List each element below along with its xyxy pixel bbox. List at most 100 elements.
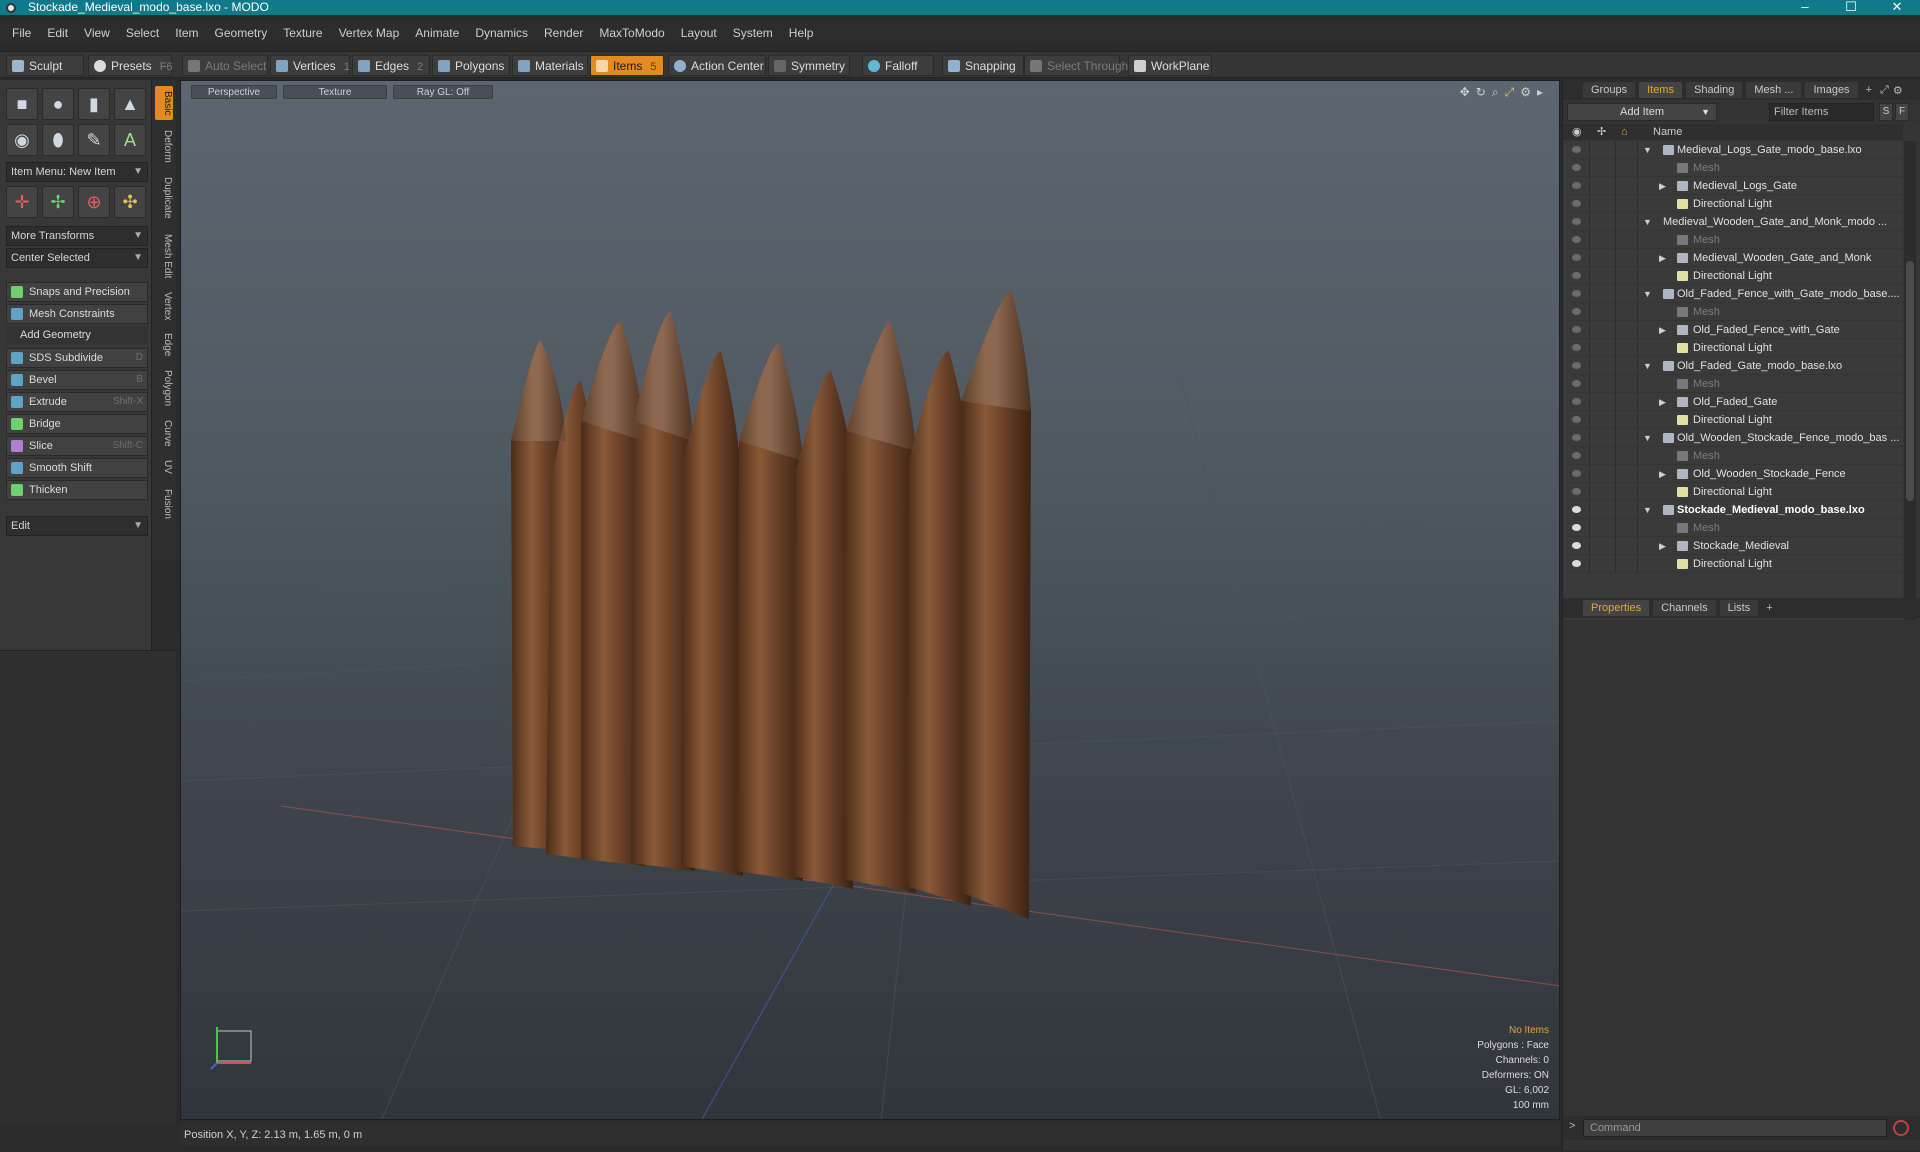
tree-row[interactable]: ▶ Old_Faded_Fence_with_Gate bbox=[1563, 321, 1903, 339]
tab-fusion[interactable]: Fusion bbox=[155, 484, 173, 524]
snapping-button[interactable]: Snapping bbox=[942, 55, 1024, 76]
tab-channels[interactable]: Channels bbox=[1653, 600, 1716, 616]
vertices-button[interactable]: Vertices 1 bbox=[270, 55, 350, 76]
eye-icon[interactable] bbox=[1572, 452, 1581, 459]
eye-icon[interactable] bbox=[1572, 560, 1581, 567]
arrow-right-icon[interactable]: ▸ bbox=[1537, 85, 1543, 100]
tab-vertex[interactable]: Vertex bbox=[155, 288, 173, 324]
add-item-button[interactable]: Add Item ▼ bbox=[1567, 103, 1717, 121]
orbit-icon[interactable]: ↻ bbox=[1476, 85, 1486, 100]
polygons-button[interactable]: Polygons bbox=[432, 55, 510, 76]
eye-icon[interactable] bbox=[1572, 434, 1581, 441]
raygl-button[interactable]: Ray GL: Off bbox=[393, 85, 493, 99]
eye-icon[interactable] bbox=[1572, 488, 1581, 495]
tree-row[interactable]: ▶ Stockade_Medieval bbox=[1563, 537, 1903, 555]
eye-icon[interactable] bbox=[1572, 164, 1581, 171]
collapse-arrow-icon[interactable]: ▼ bbox=[1643, 285, 1652, 303]
menu-help[interactable]: Help bbox=[789, 26, 814, 40]
tree-row[interactable]: Mesh bbox=[1563, 519, 1903, 537]
item-menu-dropdown[interactable]: Item Menu: New Item ▼ bbox=[6, 162, 148, 182]
materials-button[interactable]: Materials bbox=[512, 55, 588, 76]
eye-icon[interactable] bbox=[1572, 380, 1581, 387]
collapse-arrow-icon[interactable]: ▼ bbox=[1643, 213, 1652, 231]
menu-layout[interactable]: Layout bbox=[681, 26, 717, 40]
eye-icon[interactable] bbox=[1572, 362, 1581, 369]
menu-system[interactable]: System bbox=[733, 26, 773, 40]
eye-icon[interactable] bbox=[1572, 182, 1581, 189]
name-column-header[interactable]: Name bbox=[1653, 124, 1682, 140]
tree-row[interactable]: ▶ Medieval_Logs_Gate bbox=[1563, 177, 1903, 195]
workplane-button[interactable]: WorkPlane bbox=[1128, 55, 1212, 76]
items-scrollbar[interactable] bbox=[1904, 141, 1916, 631]
sculpt-button[interactable]: Sculpt bbox=[6, 55, 84, 76]
menu-vertex-map[interactable]: Vertex Map bbox=[339, 26, 400, 40]
f-button[interactable]: F bbox=[1895, 103, 1909, 121]
auto-select-button[interactable]: Auto Select bbox=[182, 55, 268, 76]
tab-mesh[interactable]: Mesh ... bbox=[1746, 82, 1802, 98]
eye-icon[interactable] bbox=[1572, 254, 1581, 261]
menu-dynamics[interactable]: Dynamics bbox=[475, 26, 528, 40]
tree-row[interactable]: ▼ Old_Wooden_Stockade_Fence_modo_bas ... bbox=[1563, 429, 1903, 447]
tab-polygon[interactable]: Polygon bbox=[155, 366, 173, 410]
tree-row[interactable]: ▼ Old_Faded_Gate_modo_base.lxo bbox=[1563, 357, 1903, 375]
center-selected-dropdown[interactable]: Center Selected ▼ bbox=[6, 248, 148, 268]
expand-arrow-icon[interactable]: ▶ bbox=[1659, 177, 1666, 195]
s-button[interactable]: S bbox=[1879, 103, 1893, 121]
eye-icon[interactable] bbox=[1572, 200, 1581, 207]
cone-icon[interactable]: ▲ bbox=[114, 88, 146, 120]
pen-icon[interactable]: ✎ bbox=[78, 124, 110, 156]
close-button[interactable]: ✕ bbox=[1874, 0, 1920, 15]
tab-curve[interactable]: Curve bbox=[155, 416, 173, 450]
tree-row[interactable]: Directional Light bbox=[1563, 483, 1903, 501]
tree-row[interactable]: Directional Light bbox=[1563, 555, 1903, 573]
menu-render[interactable]: Render bbox=[544, 26, 583, 40]
select-through-button[interactable]: Select Through bbox=[1024, 55, 1128, 76]
tree-row[interactable]: Directional Light bbox=[1563, 411, 1903, 429]
expand-arrow-icon[interactable]: ▶ bbox=[1659, 465, 1666, 483]
eye-icon[interactable] bbox=[1572, 308, 1581, 315]
3d-viewport[interactable]: Perspective Texture Ray GL: Off ✥ ↻ ⌕ ⤢ … bbox=[180, 80, 1560, 1120]
minimize-button[interactable]: – bbox=[1782, 0, 1828, 15]
transform-icon[interactable]: ✣ bbox=[114, 186, 146, 218]
presets-button[interactable]: Presets F6 bbox=[88, 55, 173, 76]
menu-view[interactable]: View bbox=[84, 26, 110, 40]
tree-row-selected-scene[interactable]: ▼ Stockade_Medieval_modo_base.lxo bbox=[1563, 501, 1903, 519]
eye-icon[interactable] bbox=[1572, 542, 1581, 549]
tree-row[interactable]: Mesh bbox=[1563, 231, 1903, 249]
slice-button[interactable]: Slice Shift-C bbox=[6, 436, 148, 456]
capsule-icon[interactable]: ⬮ bbox=[42, 124, 74, 156]
pan-icon[interactable]: ✥ bbox=[1460, 85, 1470, 100]
command-history-icon[interactable] bbox=[1893, 1120, 1909, 1136]
extrude-button[interactable]: Extrude Shift-X bbox=[6, 392, 148, 412]
thicken-button[interactable]: Thicken bbox=[6, 480, 148, 500]
collapse-arrow-icon[interactable]: ▼ bbox=[1643, 141, 1652, 159]
maximize-button[interactable]: ☐ bbox=[1828, 0, 1874, 15]
texture-button[interactable]: Texture bbox=[283, 85, 387, 99]
move-icon[interactable]: ✛ bbox=[6, 186, 38, 218]
menu-select[interactable]: Select bbox=[126, 26, 159, 40]
add-tab-icon[interactable]: + bbox=[1866, 84, 1872, 96]
tab-uv[interactable]: UV bbox=[155, 456, 173, 478]
eye-icon[interactable] bbox=[1572, 290, 1581, 297]
tree-row[interactable]: ▼ Medieval_Wooden_Gate_and_Monk_modo ... bbox=[1563, 213, 1903, 231]
tab-properties[interactable]: Properties bbox=[1583, 600, 1650, 616]
scale-icon[interactable]: ⊕ bbox=[78, 186, 110, 218]
tree-row[interactable]: Mesh bbox=[1563, 159, 1903, 177]
snaps-precision-button[interactable]: Snaps and Precision bbox=[6, 282, 148, 302]
tab-groups[interactable]: Groups bbox=[1583, 82, 1636, 98]
tab-items[interactable]: Items bbox=[1639, 82, 1682, 98]
add-geometry-section[interactable]: Add Geometry bbox=[6, 326, 148, 344]
tab-lists[interactable]: Lists bbox=[1719, 600, 1759, 616]
cylinder-icon[interactable]: ▮ bbox=[78, 88, 110, 120]
eye-icon[interactable] bbox=[1572, 506, 1581, 513]
scrollbar-thumb[interactable] bbox=[1906, 261, 1914, 501]
tree-row[interactable]: ▶ Medieval_Wooden_Gate_and_Monk bbox=[1563, 249, 1903, 267]
zoom-icon[interactable]: ⌕ bbox=[1492, 85, 1499, 100]
collapse-arrow-icon[interactable]: ▼ bbox=[1643, 357, 1652, 375]
edges-button[interactable]: Edges 2 bbox=[352, 55, 430, 76]
sds-subdivide-button[interactable]: SDS Subdivide D bbox=[6, 348, 148, 368]
eye-icon[interactable] bbox=[1572, 146, 1581, 153]
torus-icon[interactable]: ◉ bbox=[6, 124, 38, 156]
tab-images[interactable]: Images bbox=[1805, 82, 1858, 98]
eye-icon[interactable] bbox=[1572, 416, 1581, 423]
